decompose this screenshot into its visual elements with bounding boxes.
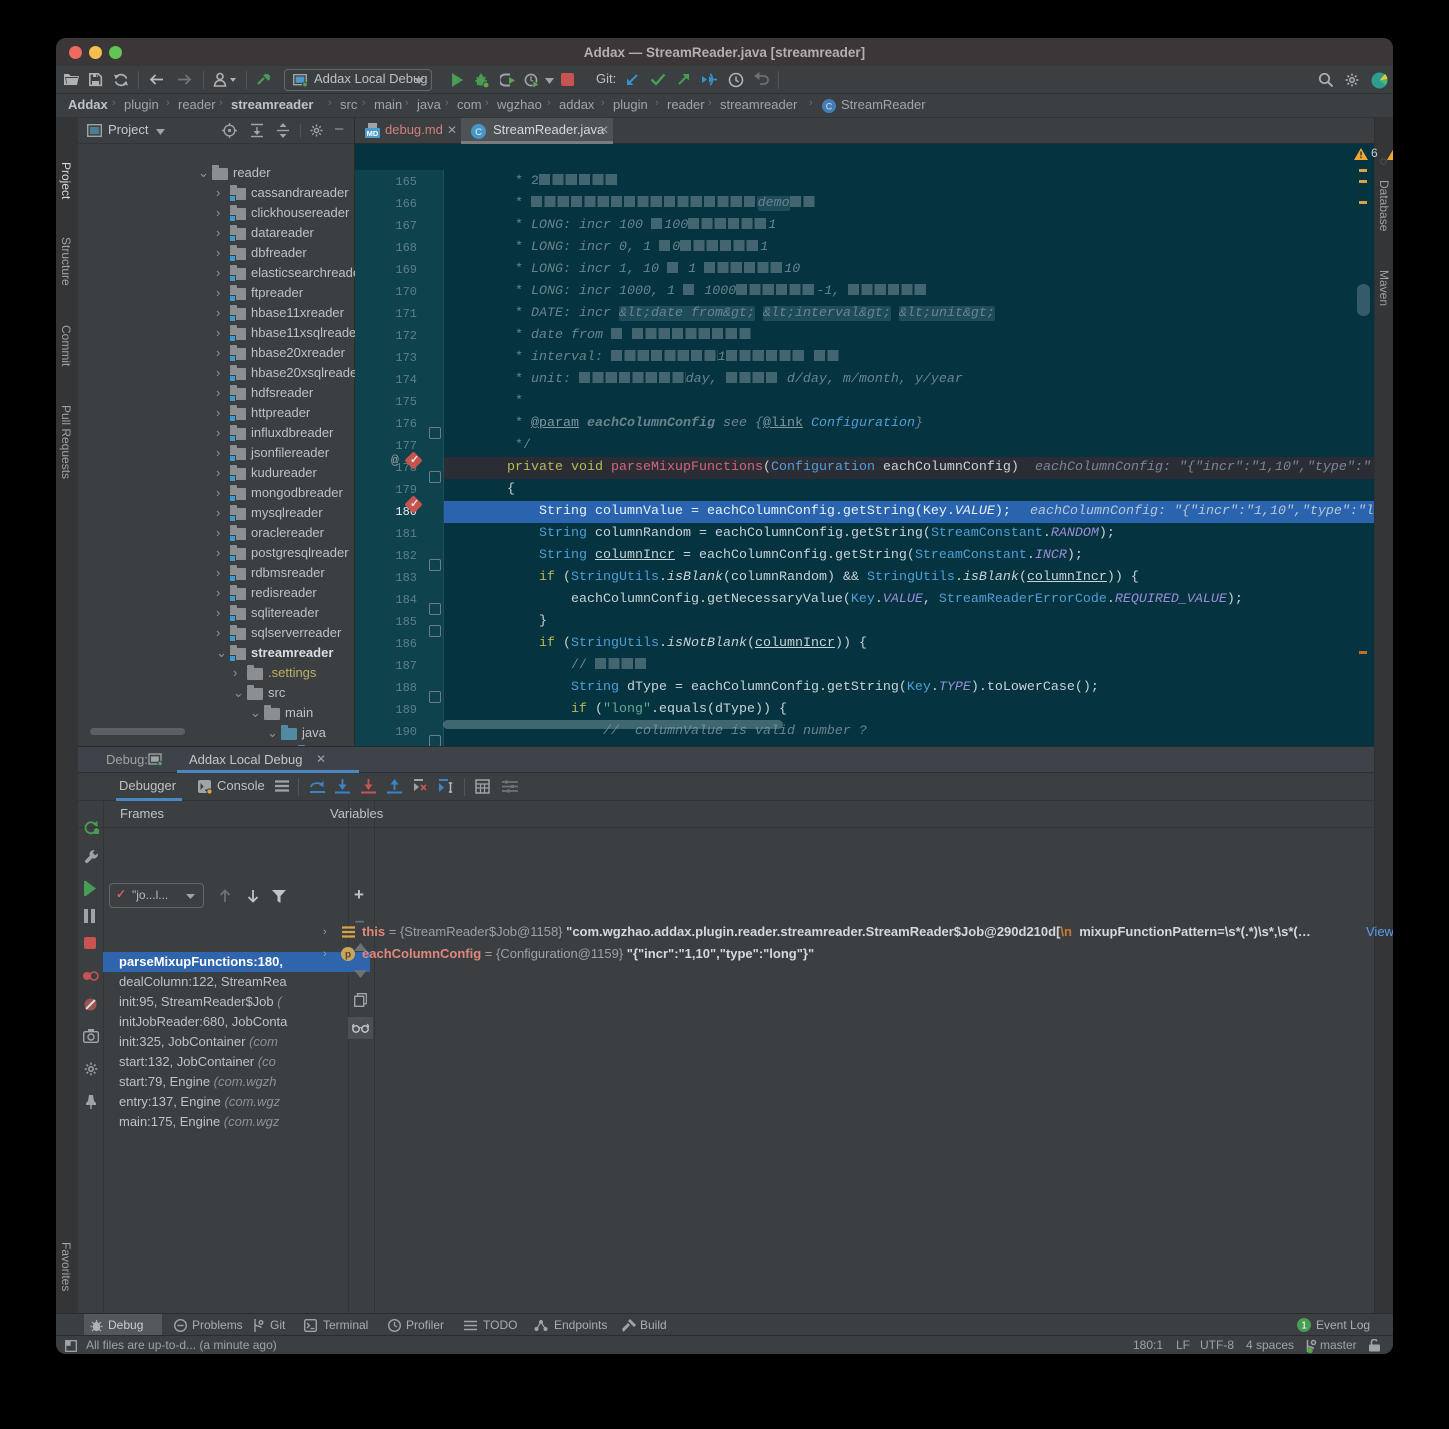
svg-text:p: p — [345, 950, 351, 961]
svg-text:C: C — [826, 102, 833, 112]
svg-text:1: 1 — [1301, 1321, 1307, 1332]
svg-text:C: C — [475, 127, 482, 138]
svg-text:MD: MD — [367, 129, 379, 138]
